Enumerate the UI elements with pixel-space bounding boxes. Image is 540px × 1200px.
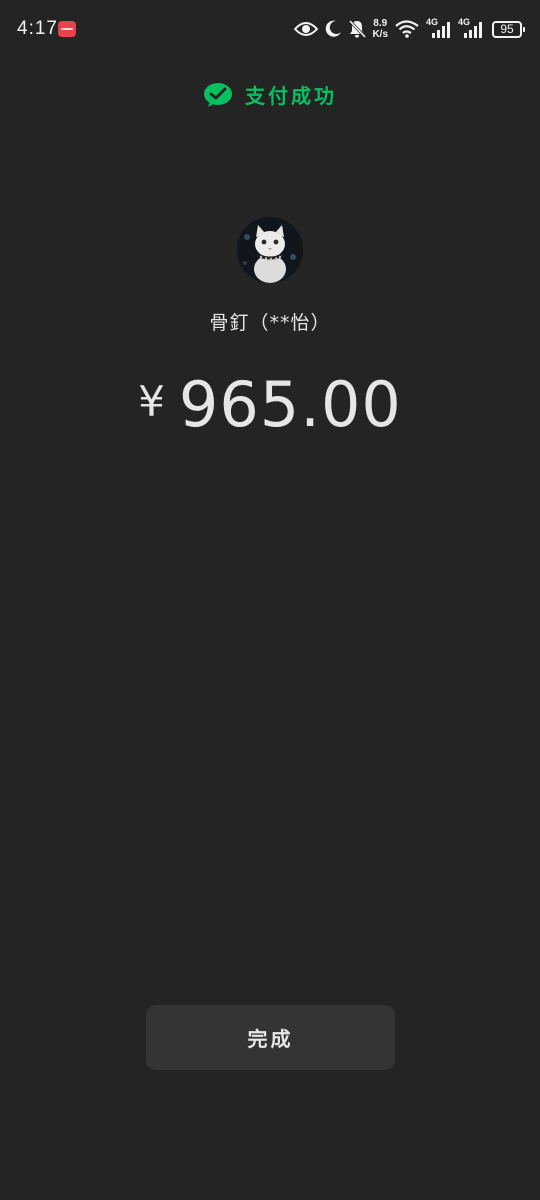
avatar bbox=[237, 217, 303, 283]
done-button[interactable]: 完成 bbox=[146, 1005, 395, 1070]
network-speed-unit: K/s bbox=[372, 29, 388, 40]
wifi-icon bbox=[395, 20, 419, 38]
battery-icon: 95 bbox=[492, 20, 525, 38]
wechat-pay-icon bbox=[204, 82, 232, 107]
currency-symbol: ¥ bbox=[138, 377, 165, 426]
network-speed: 8.9 K/s bbox=[372, 18, 388, 40]
payment-status-header: 支付成功 bbox=[0, 80, 540, 109]
network-speed-value: 8.9 bbox=[373, 18, 388, 29]
battery-level: 95 bbox=[500, 22, 514, 36]
eye-icon bbox=[294, 22, 319, 36]
amount-value: 965.00 bbox=[178, 368, 402, 441]
moon-icon bbox=[326, 20, 342, 37]
app-notification-icon bbox=[58, 21, 76, 37]
status-bar: 4:17 8.9 K/s 4G 4G 95 bbox=[0, 0, 540, 58]
avatar-cat-image bbox=[237, 217, 303, 283]
signal-icon-sim1: 4G bbox=[426, 17, 452, 39]
page-title: 支付成功 bbox=[245, 84, 337, 108]
payment-amount: ¥ 965.00 bbox=[0, 368, 540, 441]
bell-off-icon bbox=[349, 19, 367, 39]
payee-name: 骨釘（**怡） bbox=[209, 312, 331, 334]
signal-icon-sim2: 4G bbox=[458, 17, 484, 39]
status-time: 4:17 bbox=[17, 18, 58, 39]
status-icons: 8.9 K/s 4G 4G 95 bbox=[288, 16, 525, 42]
